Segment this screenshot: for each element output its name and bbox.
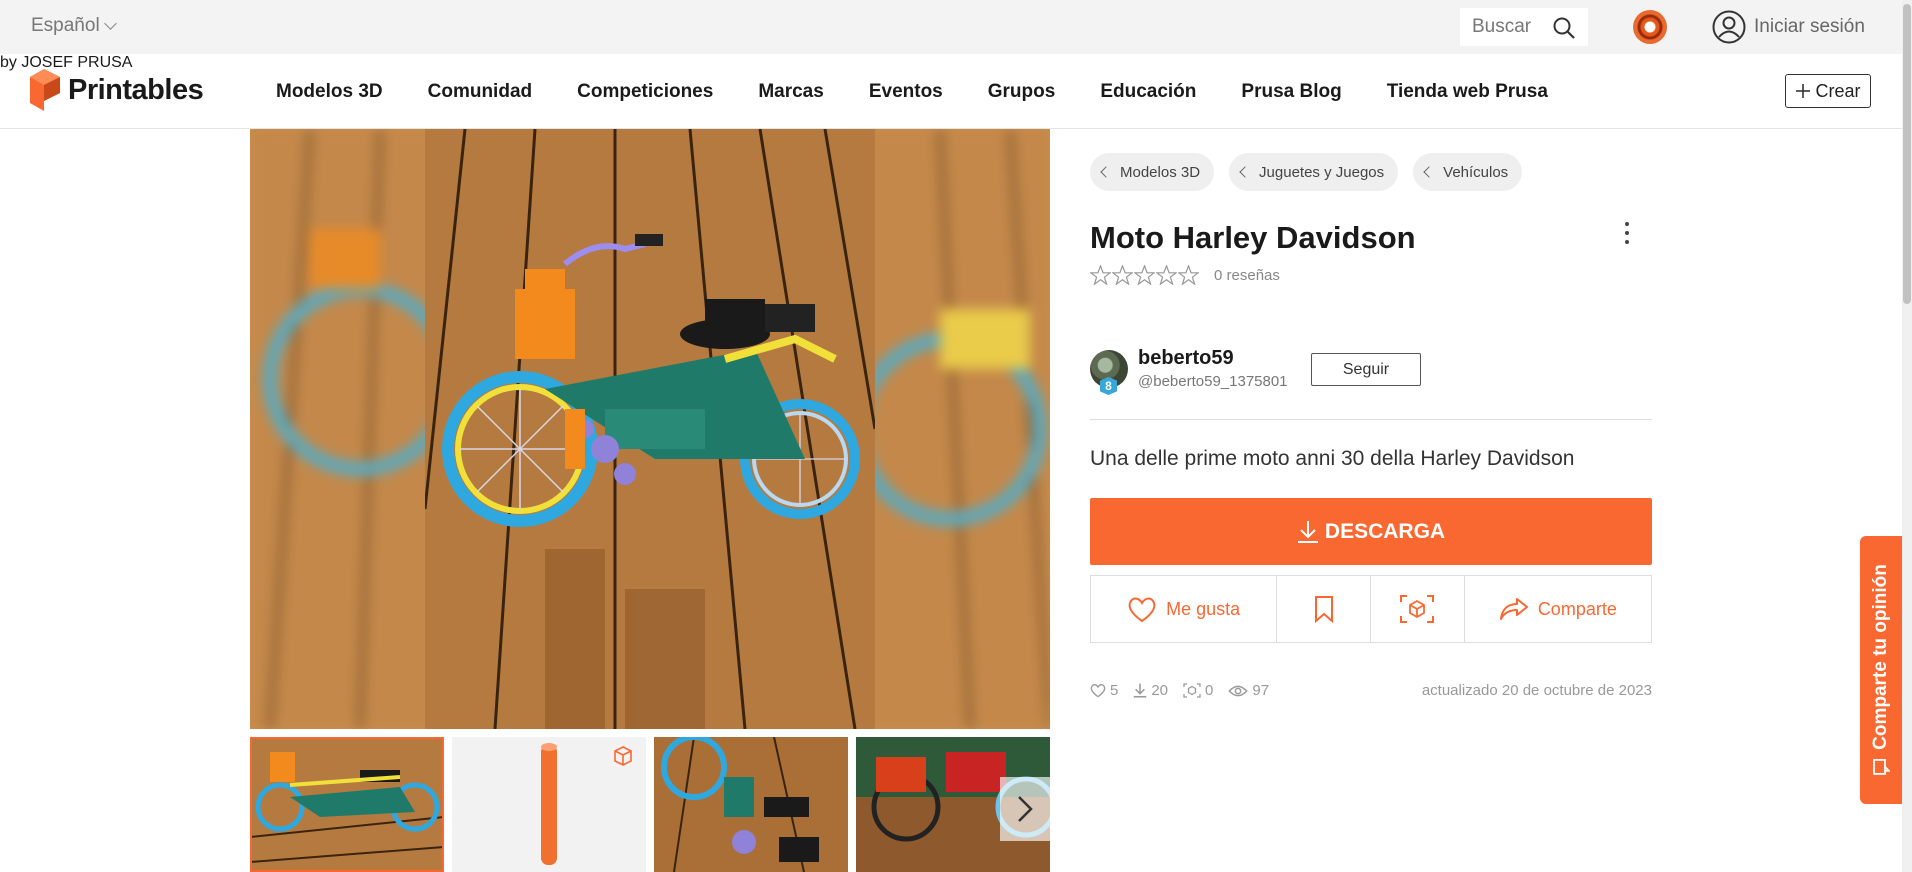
thumbnail-image [654, 737, 848, 872]
nav-item-marcas[interactable]: Marcas [758, 81, 824, 103]
share-label: Comparte [1537, 598, 1617, 619]
model-gallery[interactable] [250, 129, 1050, 729]
star-icon [1112, 265, 1133, 285]
3d-make-icon [1183, 683, 1201, 698]
reviews-count[interactable]: 0 reseñas [1214, 267, 1280, 284]
search-placeholder: Buscar [1472, 16, 1532, 37]
heart-icon [1090, 683, 1106, 698]
model-actions: Me gusta Comparte [1090, 575, 1652, 643]
like-label: Me gusta [1166, 598, 1241, 619]
nav-item-prusa-blog[interactable]: Prusa Blog [1241, 81, 1341, 103]
thumbnail-image [250, 737, 444, 872]
nav-item-tienda-web[interactable]: Tienda web Prusa [1387, 81, 1548, 103]
3d-make-icon [1400, 595, 1435, 623]
make-button[interactable] [1371, 576, 1465, 642]
author-name[interactable]: beberto59 [1138, 347, 1234, 370]
scrollbar-thumb[interactable] [1903, 4, 1911, 304]
search-icon[interactable] [1552, 16, 1576, 40]
star-rating[interactable]: 0 reseñas [1090, 265, 1280, 285]
search-box[interactable]: Buscar [1460, 8, 1588, 46]
prusa-filament-icon[interactable] [1633, 10, 1667, 44]
like-button[interactable]: Me gusta [1091, 576, 1278, 642]
likes-stat: 5 [1090, 682, 1118, 699]
brand-name: Printables [68, 74, 204, 106]
main-model-photo[interactable] [425, 129, 875, 729]
download-button[interactable]: DESCARGA [1090, 498, 1652, 565]
thumbnail-3d-model[interactable] [452, 737, 646, 872]
downloads-count: 20 [1151, 682, 1169, 699]
follow-button[interactable]: Seguir [1311, 353, 1421, 386]
star-icon [1178, 265, 1199, 285]
page-scrollbar[interactable] [1902, 0, 1912, 872]
thumbnail-photo-1[interactable] [250, 737, 444, 872]
feedback-icon [1873, 758, 1890, 775]
top-utility-bar: Español Buscar Iniciar sesión [0, 0, 1902, 54]
share-button[interactable]: Comparte [1465, 576, 1651, 642]
chevron-right-icon [1018, 796, 1033, 822]
gallery-thumbnails [250, 737, 1050, 872]
user-icon [1712, 10, 1746, 44]
breadcrumb-vehiculos[interactable]: Vehículos [1413, 153, 1523, 191]
heart-icon [1128, 597, 1156, 622]
breadcrumb-modelos-3d[interactable]: Modelos 3D [1090, 153, 1215, 191]
printables-logo-icon [30, 69, 60, 111]
main-navigation: Printables by JOSEF PRUSA Modelos 3D Com… [0, 54, 1902, 129]
makes-stat: 0 [1183, 682, 1213, 699]
author-card: 8 beberto59 @beberto59_1375801 Seguir [1090, 347, 1652, 417]
nav-item-grupos[interactable]: Grupos [988, 81, 1056, 103]
create-button[interactable]: Crear [1785, 74, 1871, 108]
model-description: Una delle prime moto anni 30 della Harle… [1090, 447, 1575, 470]
login-label: Iniciar sesión [1754, 16, 1865, 37]
feedback-label: Comparte tu opinión [1870, 564, 1891, 750]
printables-logo[interactable]: Printables [30, 69, 204, 111]
create-label: Crear [1815, 80, 1861, 101]
nav-item-comunidad[interactable]: Comunidad [428, 81, 533, 103]
breadcrumb-label: Vehículos [1443, 163, 1509, 181]
thumbnail-photo-3[interactable] [654, 737, 848, 872]
chevron-left-icon [1423, 166, 1435, 178]
divider [1090, 419, 1652, 420]
nav-menu: Modelos 3D Comunidad Competiciones Marca… [276, 54, 1593, 129]
model-stats: 5 20 0 97 actualizado 20 de octubre de 2… [1090, 682, 1652, 699]
3d-cube-icon [614, 746, 632, 766]
download-icon [1134, 683, 1147, 698]
chevron-down-icon [103, 17, 117, 30]
nav-item-modelos-3d[interactable]: Modelos 3D [276, 81, 383, 103]
plus-icon [1796, 84, 1811, 98]
updated-date: actualizado 20 de octubre de 2023 [1421, 682, 1652, 699]
chevron-left-icon [1239, 166, 1251, 178]
author-handle: @beberto59_1375801 [1138, 373, 1288, 390]
download-label: DESCARGA [1324, 519, 1446, 543]
breadcrumb-label: Juguetes y Juegos [1259, 163, 1385, 181]
download-icon [1297, 520, 1318, 543]
bookmark-icon [1314, 596, 1333, 623]
login-link[interactable]: Iniciar sesión [1712, 10, 1865, 44]
share-icon [1499, 598, 1528, 620]
feedback-tab[interactable]: Comparte tu opinión [1860, 536, 1902, 804]
breadcrumb: Modelos 3D Juguetes y Juegos Vehículos [1090, 153, 1523, 191]
chevron-left-icon [1100, 166, 1112, 178]
bookmark-button[interactable] [1277, 576, 1371, 642]
page-title: Moto Harley Davidson [1090, 220, 1416, 255]
nav-item-educacion[interactable]: Educación [1100, 81, 1196, 103]
views-count: 97 [1252, 682, 1270, 699]
downloads-stat: 20 [1133, 682, 1168, 699]
star-icon [1156, 265, 1177, 285]
likes-count: 5 [1110, 682, 1119, 699]
more-options-icon[interactable] [1625, 222, 1631, 244]
views-stat: 97 [1228, 682, 1269, 699]
star-icon [1134, 265, 1155, 285]
breadcrumb-juguetes-y-juegos[interactable]: Juguetes y Juegos [1229, 153, 1399, 191]
language-label: Español [31, 15, 100, 36]
nav-item-competiciones[interactable]: Competiciones [577, 81, 713, 103]
gallery-next-button[interactable] [1000, 777, 1050, 841]
nav-item-eventos[interactable]: Eventos [869, 81, 943, 103]
language-selector[interactable]: Español [31, 15, 117, 37]
breadcrumb-label: Modelos 3D [1120, 163, 1201, 181]
makes-count: 0 [1205, 682, 1214, 699]
star-icon [1090, 265, 1111, 285]
eye-icon [1228, 685, 1249, 696]
author-level-badge: 8 [1100, 377, 1117, 395]
